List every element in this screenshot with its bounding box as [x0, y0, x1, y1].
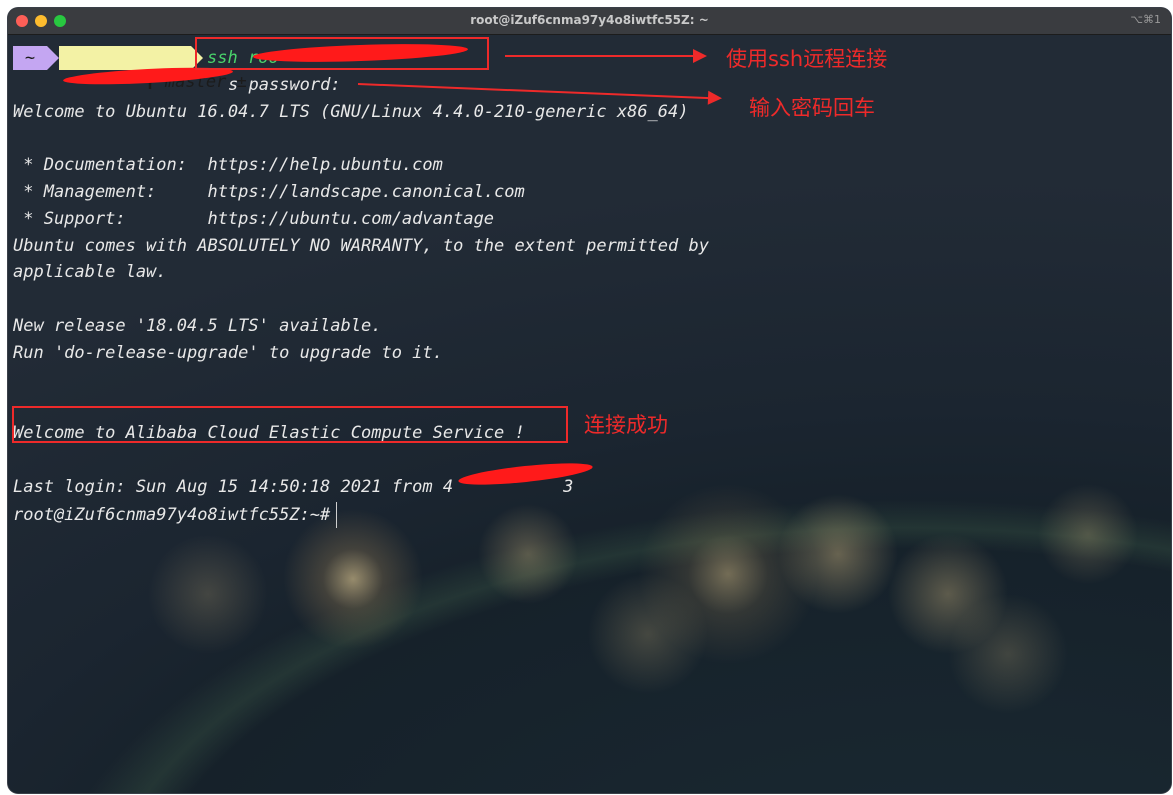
output-line: * Support: https://ubuntu.com/advantage — [13, 209, 495, 229]
arrow-head-icon — [707, 90, 723, 106]
prompt-separator-icon — [47, 46, 59, 70]
password-prompt: s password: — [228, 75, 341, 95]
last-login-text: Last login: Sun Aug 15 14:50:18 2021 fro… — [13, 477, 454, 497]
password-annotation: 输入密码回车 — [749, 96, 875, 120]
arrow-head-icon — [693, 49, 707, 63]
shell-prompt-line[interactable]: root@iZuf6cnma97y4o8iwtfc55Z:~# — [13, 502, 338, 528]
title-bar: root@iZuf6cnma97y4o8iwtfc55Z: ~ ⌥⌘1 — [8, 8, 1171, 35]
tab-shortcut-label: ⌥⌘1 — [1130, 13, 1161, 26]
output-line: applicable law. — [13, 262, 167, 282]
last-login-tail: 3 — [563, 477, 574, 497]
ssh-annotation: 使用ssh远程连接 — [726, 47, 888, 71]
success-highlight — [12, 406, 568, 443]
success-annotation: 连接成功 — [584, 413, 668, 437]
output-line: * Management: https://landscape.canonica… — [13, 182, 525, 202]
terminal-window: root@iZuf6cnma97y4o8iwtfc55Z: ~ ⌥⌘1 ~ ma… — [8, 8, 1171, 793]
ssh-arrow — [505, 55, 695, 57]
shell-prompt: root@iZuf6cnma97y4o8iwtfc55Z:~# — [13, 505, 331, 525]
prompt-dir: ~ — [13, 46, 47, 70]
output-line: Ubuntu comes with ABSOLUTELY NO WARRANTY… — [13, 236, 709, 256]
output-line: Welcome to Ubuntu 16.04.7 LTS (GNU/Linux… — [13, 102, 689, 122]
ssh-command-highlight — [195, 37, 489, 70]
output-line: Run 'do-release-upgrade' to upgrade to i… — [13, 343, 443, 363]
prompt-branch: master ± — [59, 46, 247, 92]
output-line: * Documentation: https://help.ubuntu.com — [13, 155, 443, 175]
window-title: root@iZuf6cnma97y4o8iwtfc55Z: ~ — [470, 13, 709, 27]
text-cursor — [336, 502, 338, 528]
output-line: New release '18.04.5 LTS' available. — [13, 316, 382, 336]
